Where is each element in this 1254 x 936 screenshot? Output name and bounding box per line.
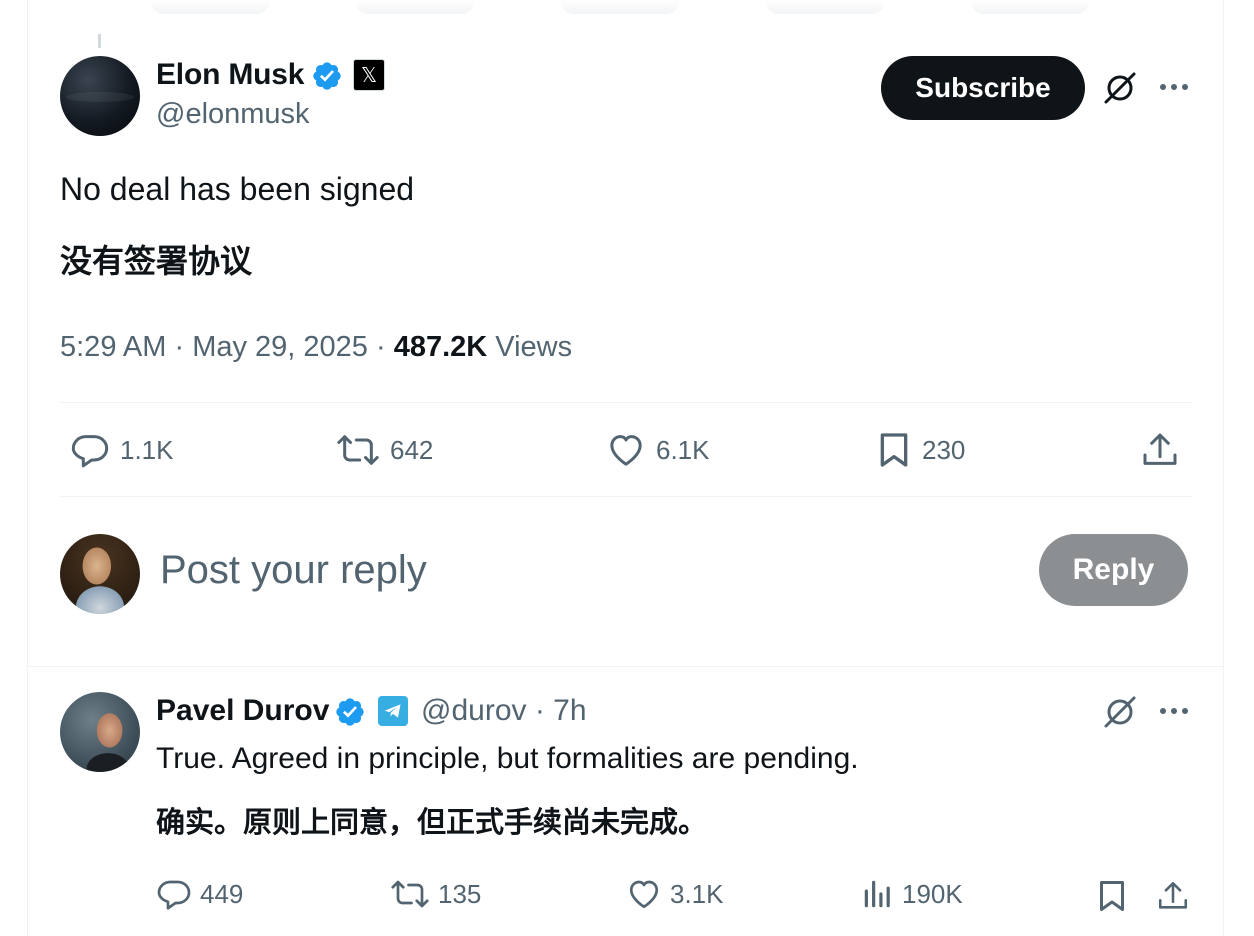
share-action[interactable] — [1140, 430, 1190, 470]
repost-count: 135 — [438, 878, 482, 909]
previous-post-faded — [150, 0, 1200, 22]
more-icon[interactable] — [1158, 82, 1190, 92]
post-text: No deal has been signed — [60, 171, 415, 207]
author-name[interactable]: Elon Musk — [156, 58, 304, 92]
reply-author-avatar[interactable] — [60, 692, 140, 772]
like-count: 6.1K — [656, 434, 710, 465]
share-action[interactable] — [1156, 878, 1198, 914]
repost-action[interactable]: 642 — [336, 430, 433, 470]
views-action[interactable]: 190K — [862, 876, 963, 912]
reply-input[interactable] — [160, 548, 960, 593]
share-icon — [1158, 881, 1188, 909]
reply-actions: 449 135 3.1K 190K — [0, 866, 1254, 926]
thread-connector — [98, 34, 101, 48]
post-date[interactable]: May 29, 2025 — [192, 331, 368, 363]
like-action[interactable]: 6.1K — [606, 430, 710, 470]
analytics-icon — [864, 880, 890, 908]
divider — [60, 402, 1192, 403]
bookmark-icon — [880, 433, 908, 467]
telegram-icon — [378, 696, 408, 726]
reply-count: 1.1K — [120, 434, 174, 465]
like-count: 3.1K — [670, 878, 724, 909]
like-icon — [629, 880, 659, 909]
reply-text-translation: 确实。原则上同意，但正式手续尚未完成。 — [156, 805, 708, 839]
reply-handle-time: @durov · 7h — [421, 694, 587, 728]
verified-badge-icon — [313, 62, 341, 90]
repost-icon — [337, 435, 379, 465]
divider — [60, 496, 1192, 497]
x-logo-icon: 𝕏 — [353, 59, 385, 91]
post-actions: 1.1K 642 6.1K 230 — [0, 420, 1254, 484]
post-text-translation: 没有签署协议 — [60, 242, 253, 280]
reply-count: 449 — [200, 878, 244, 909]
repost-count: 642 — [390, 434, 434, 465]
verified-badge-icon — [336, 698, 364, 726]
grok-icon[interactable] — [1102, 694, 1138, 730]
meta-separator: · — [174, 331, 193, 363]
views-label: Views — [495, 331, 573, 363]
like-icon — [610, 435, 642, 466]
grok-icon[interactable] — [1102, 70, 1138, 106]
post-time[interactable]: 5:29 AM — [60, 331, 166, 363]
post-metadata: 5:29 AM · May 29, 2025 · 487.2K Views — [60, 331, 572, 364]
bookmark-icon — [1100, 881, 1124, 911]
reply-author-name[interactable]: Pavel Durov — [156, 694, 329, 728]
repost-icon — [391, 880, 429, 908]
reply-text: True. Agreed in principle, but formaliti… — [156, 742, 859, 775]
divider — [27, 666, 1224, 667]
bookmark-action[interactable]: 230 — [876, 430, 965, 470]
views-count: 487.2K — [393, 331, 488, 363]
subscribe-button[interactable]: Subscribe — [881, 56, 1085, 120]
reply-author-handle[interactable]: @durov — [421, 694, 527, 727]
reply-icon — [71, 435, 109, 468]
author-avatar[interactable] — [60, 56, 140, 136]
bookmark-count: 230 — [922, 434, 966, 465]
repost-action[interactable]: 135 — [390, 876, 481, 912]
views-count: 190K — [902, 878, 963, 909]
reply-action[interactable]: 1.1K — [70, 430, 174, 470]
current-user-avatar[interactable] — [60, 534, 140, 614]
like-action[interactable]: 3.1K — [626, 876, 724, 912]
more-icon[interactable] — [1158, 706, 1190, 716]
reply-button[interactable]: Reply — [1039, 534, 1188, 606]
reply-icon — [157, 880, 191, 910]
reply-time[interactable]: · 7h — [535, 694, 587, 727]
bookmark-action[interactable] — [1096, 878, 1136, 914]
share-icon — [1143, 433, 1177, 465]
reply-action[interactable]: 449 — [156, 876, 243, 912]
author-handle[interactable]: @elonmusk — [156, 98, 310, 131]
meta-separator: · — [375, 331, 394, 363]
